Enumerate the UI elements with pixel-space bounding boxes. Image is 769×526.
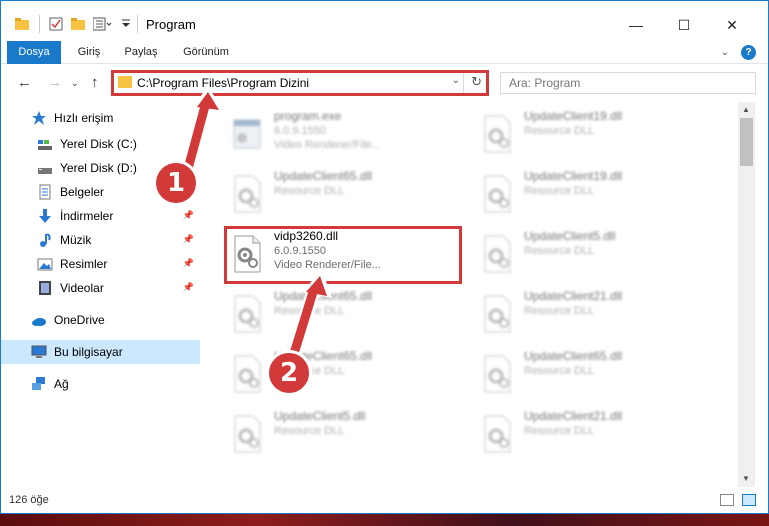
- arrow-2: [285, 270, 332, 363]
- annotation-arrows: [179, 86, 332, 363]
- step-1-badge: 1: [153, 160, 199, 206]
- desktop-background: [0, 514, 769, 526]
- arrow-1: [179, 86, 224, 178]
- step-2-badge: 2: [266, 350, 312, 396]
